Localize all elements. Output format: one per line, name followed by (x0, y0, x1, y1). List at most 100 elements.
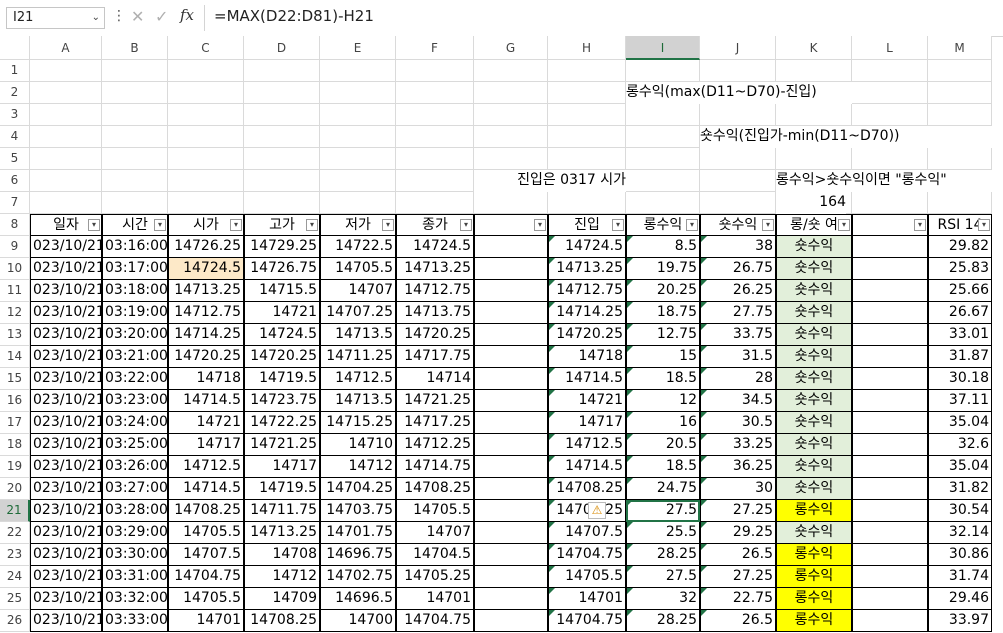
cell[interactable]: 35.04 (928, 456, 992, 478)
cell[interactable] (30, 60, 102, 82)
cell[interactable]: 14713.25 (548, 258, 626, 280)
cell[interactable]: 롱수익 (776, 566, 852, 588)
row-header[interactable]: 19 (0, 456, 30, 478)
row-header[interactable]: 16 (0, 390, 30, 412)
cell[interactable] (168, 126, 244, 148)
cell[interactable]: 14704.25 (320, 478, 396, 500)
cell[interactable] (928, 148, 992, 170)
cell[interactable] (396, 60, 474, 82)
cell[interactable]: 023/10/21 (30, 500, 102, 522)
cell[interactable]: 14707.5 (548, 522, 626, 544)
row-header[interactable]: 3 (0, 104, 30, 126)
cell[interactable] (474, 412, 548, 434)
cell[interactable] (548, 126, 626, 148)
cell[interactable] (852, 544, 928, 566)
cell[interactable]: 14714.5 (168, 390, 244, 412)
filter-dropdown-icon[interactable]: ▾ (460, 219, 472, 231)
cell[interactable]: 14707.25 (320, 302, 396, 324)
cell[interactable] (30, 126, 102, 148)
cell[interactable]: 38 (700, 236, 776, 258)
table-header-l[interactable]: ▾ (852, 214, 928, 236)
cell[interactable]: 숏수익 (776, 412, 852, 434)
cell[interactable] (474, 302, 548, 324)
cell[interactable]: 15 (626, 346, 700, 368)
cell[interactable]: 14729.25 (244, 236, 320, 258)
row-header[interactable]: 14 (0, 346, 30, 368)
cell[interactable]: 14721 (168, 412, 244, 434)
note-condition[interactable]: 롱수익>숏수익이면 "롱수익" (776, 170, 1002, 192)
cell[interactable]: 14705.5 (168, 588, 244, 610)
cell[interactable] (626, 192, 700, 214)
cell[interactable]: 14705.5 (320, 258, 396, 280)
cell[interactable]: 14719.5 (244, 368, 320, 390)
cell[interactable]: 27.5 (626, 566, 700, 588)
cell[interactable]: 14705.25 (396, 566, 474, 588)
cell[interactable]: 22.75 (700, 588, 776, 610)
cell[interactable] (244, 170, 320, 192)
cell[interactable]: 14717.25 (396, 412, 474, 434)
cell[interactable] (30, 104, 102, 126)
cell[interactable]: 03:24:00 (102, 412, 168, 434)
cell[interactable] (928, 60, 992, 82)
cell[interactable] (548, 60, 626, 82)
cell[interactable]: 03:16:00 (102, 236, 168, 258)
cell[interactable]: 03:22:00 (102, 368, 168, 390)
cell[interactable]: 023/10/21 (30, 346, 102, 368)
cell[interactable] (30, 192, 102, 214)
cell[interactable]: 14720.25 (548, 324, 626, 346)
cell[interactable] (30, 170, 102, 192)
cell[interactable]: 35.04 (928, 412, 992, 434)
cell[interactable]: 14708.25 (548, 500, 626, 522)
cell[interactable]: 33.01 (928, 324, 992, 346)
cell[interactable]: 14705.5 (548, 566, 626, 588)
cell[interactable]: 14696.5 (320, 588, 396, 610)
cell[interactable]: 18.75 (626, 302, 700, 324)
cell[interactable] (474, 434, 548, 456)
cell[interactable] (320, 104, 396, 126)
cell[interactable]: 숏수익 (776, 522, 852, 544)
chevron-down-icon[interactable]: ⌄ (92, 8, 100, 28)
cell[interactable]: 26.67 (928, 302, 992, 324)
cell[interactable] (548, 104, 626, 126)
cell[interactable]: 14705.5 (396, 500, 474, 522)
cell[interactable]: 14701 (168, 610, 244, 632)
table-header-i[interactable]: 롱수익 ▾ (626, 214, 700, 236)
cell[interactable]: 28.25 (626, 610, 700, 632)
cell[interactable]: 03:27:00 (102, 478, 168, 500)
cell[interactable]: 03:32:00 (102, 588, 168, 610)
cell[interactable] (548, 148, 626, 170)
cell[interactable] (852, 60, 928, 82)
cell[interactable]: 023/10/21 (30, 522, 102, 544)
cell[interactable] (626, 170, 700, 192)
cell[interactable]: 32 (626, 588, 700, 610)
cell[interactable] (30, 82, 102, 104)
cell[interactable]: 14711.75 (244, 500, 320, 522)
cell[interactable] (168, 170, 244, 192)
cell[interactable]: 14714.5 (548, 456, 626, 478)
cell[interactable]: 27.5 (626, 500, 700, 522)
cell[interactable]: 29.82 (928, 236, 992, 258)
row-header[interactable]: 5 (0, 148, 30, 170)
cell[interactable]: 14701.75 (320, 522, 396, 544)
cell[interactable] (548, 192, 626, 214)
cell[interactable]: 14717 (548, 412, 626, 434)
cell[interactable]: 14724.5 (168, 258, 244, 280)
cell[interactable]: 14714.5 (168, 478, 244, 500)
cell[interactable] (244, 148, 320, 170)
cell[interactable]: 14712.5 (168, 456, 244, 478)
cell[interactable]: 14707 (320, 280, 396, 302)
insert-function-icon[interactable]: fx (180, 6, 194, 24)
cell[interactable]: 30.54 (928, 500, 992, 522)
cell[interactable] (852, 390, 928, 412)
cell[interactable] (168, 104, 244, 126)
cell[interactable]: 12 (626, 390, 700, 412)
cell[interactable]: 14714.25 (168, 324, 244, 346)
cell[interactable]: 8.5 (626, 236, 700, 258)
cell[interactable] (320, 148, 396, 170)
cell[interactable] (102, 104, 168, 126)
cell[interactable] (700, 60, 776, 82)
cell[interactable] (852, 588, 928, 610)
cell[interactable]: 03:17:00 (102, 258, 168, 280)
cell[interactable]: 14702.75 (320, 566, 396, 588)
cell[interactable] (776, 104, 852, 126)
